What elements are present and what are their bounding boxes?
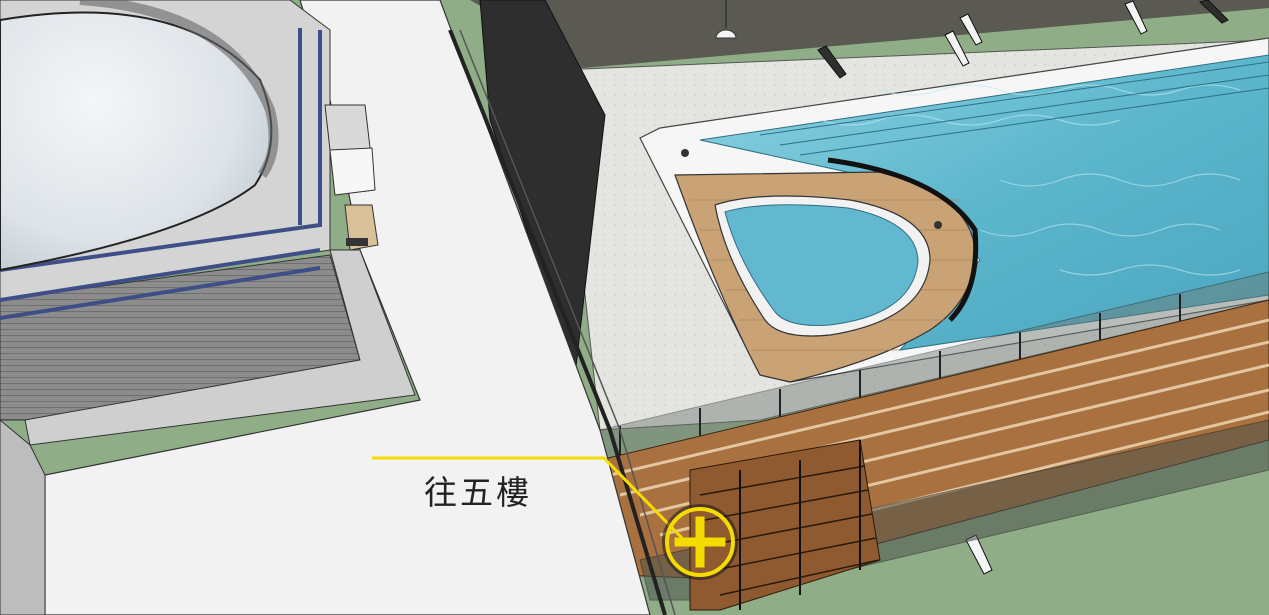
drain-dot-right [934, 221, 942, 229]
rooftop-pool-scene [0, 0, 1269, 615]
plus-circle-icon[interactable] [662, 504, 738, 580]
annotation-label: 往五樓 [424, 473, 532, 512]
drain-dot-left [681, 149, 689, 157]
